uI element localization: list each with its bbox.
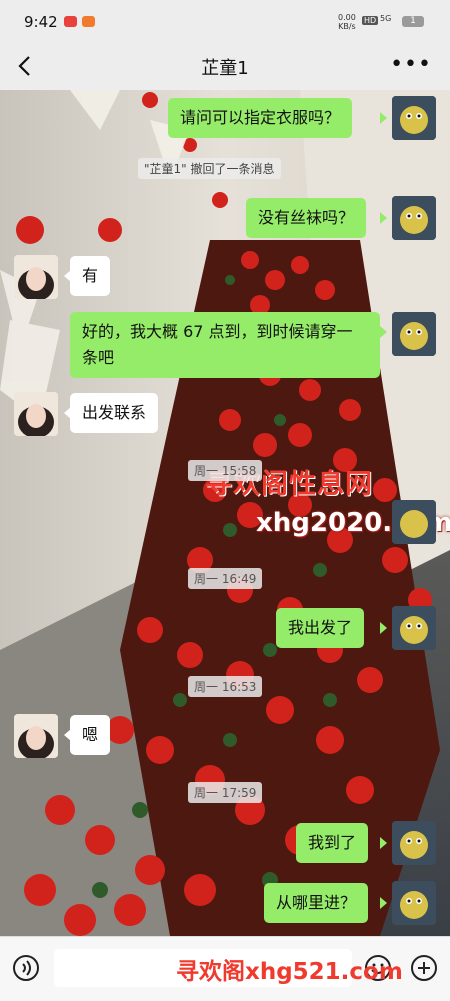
avatar-image (392, 196, 436, 240)
message-bubble-received[interactable]: 有 (70, 256, 111, 296)
avatar-self[interactable] (392, 500, 436, 544)
message-bubble-received[interactable]: 出发联系 (70, 393, 159, 433)
avatar-image (392, 881, 436, 925)
avatar-image (392, 606, 436, 650)
avatar-image (392, 312, 436, 356)
recall-notice: "芷童1" 撤回了一条消息 (138, 158, 281, 179)
avatar-image (14, 714, 58, 758)
status-bar: 9:42 0.00 KB/s HD 5G 1 (0, 0, 450, 44)
timestamp: 周一 17:59 (188, 782, 263, 803)
message-bubble-sent[interactable]: 好的，我大概 67 点到，到时候请穿一条吧 (70, 312, 380, 378)
avatar-contact[interactable] (14, 255, 58, 299)
avatar-contact[interactable] (14, 714, 58, 758)
plus-icon[interactable] (410, 954, 438, 982)
watermark: 寻欢阁xhg521.com (176, 959, 403, 985)
avatar-image (392, 821, 436, 865)
avatar-self[interactable] (392, 821, 436, 865)
timestamp: 周一 16:53 (188, 676, 263, 697)
network-speed: 0.00 KB/s (338, 13, 356, 31)
hd-icon: HD (362, 16, 379, 25)
signal-icon: 5G (380, 14, 392, 23)
avatar-self[interactable] (392, 96, 436, 140)
app-notification-icon (64, 16, 77, 27)
timestamp: 周一 16:49 (188, 568, 263, 589)
avatar-self[interactable] (392, 312, 436, 356)
avatar-self[interactable] (392, 881, 436, 925)
avatar-image (392, 500, 436, 544)
status-time: 9:42 (24, 13, 58, 31)
voice-icon[interactable] (12, 954, 40, 982)
more-icon[interactable]: ••• (390, 52, 432, 77)
app-notification-icon (82, 16, 95, 27)
message-bubble-sent[interactable]: 没有丝袜吗？ (246, 198, 367, 238)
message-bubble-sent[interactable]: 我出发了 (276, 608, 365, 648)
message-bubble-sent[interactable]: 从哪里进？ (264, 883, 369, 923)
avatar-contact[interactable] (14, 392, 58, 436)
message-bubble-sent[interactable]: 我到了 (296, 823, 369, 863)
timestamp: 周一 15:58 (188, 460, 263, 481)
chat-header: 芷童1 ••• (0, 44, 450, 90)
avatar-self[interactable] (392, 196, 436, 240)
avatar-image (14, 392, 58, 436)
chat-area[interactable]: 寻欢阁性息网 xhg2020.com 请问可以指定衣服吗？ "芷童1" 撤回了一… (0, 90, 450, 936)
avatar-self[interactable] (392, 606, 436, 650)
avatar-image (14, 255, 58, 299)
message-bubble-sent[interactable]: 请问可以指定衣服吗？ (168, 98, 353, 138)
battery-icon: 1 (402, 16, 424, 27)
avatar-image (392, 96, 436, 140)
message-bubble-received[interactable]: 嗯 (70, 715, 111, 755)
chat-title: 芷童1 (201, 58, 249, 79)
